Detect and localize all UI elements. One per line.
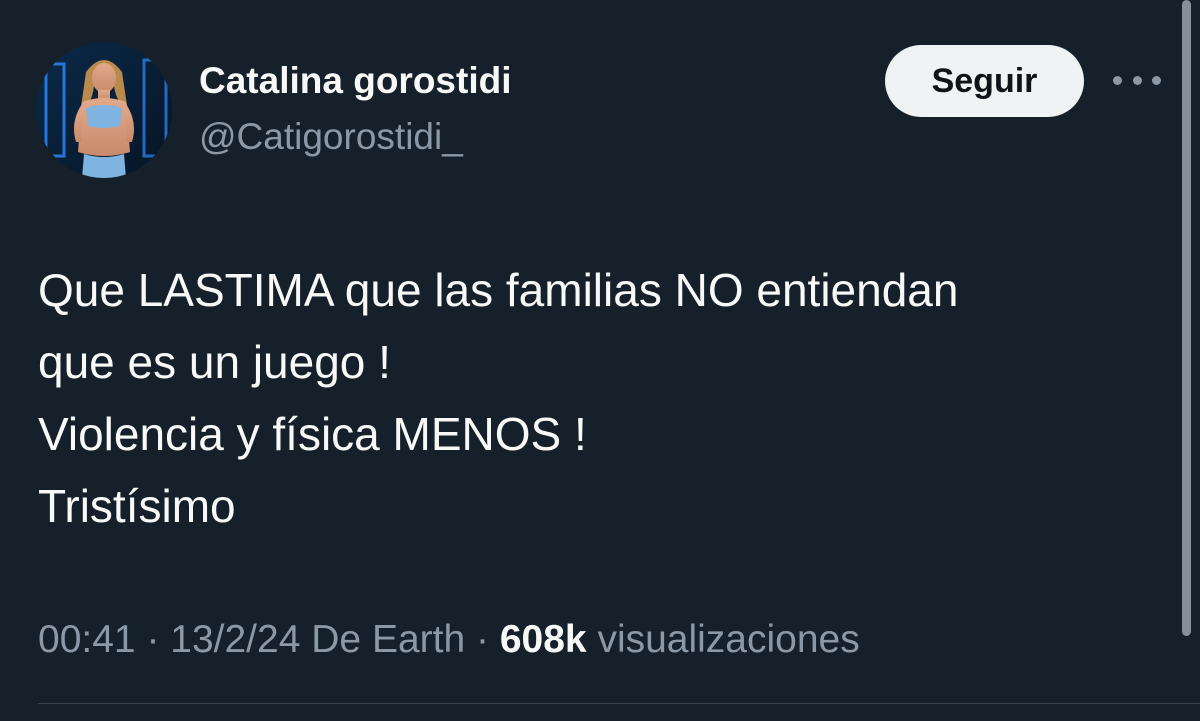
more-horizontal-icon[interactable]	[1110, 62, 1164, 98]
tweet-text-line: Que LASTIMA que las familias NO entienda…	[38, 264, 959, 316]
tweet-text-line: que es un juego !	[38, 336, 391, 388]
tweet-text-line: Tristísimo	[38, 480, 236, 532]
divider	[38, 703, 1200, 704]
more-dot	[1113, 75, 1122, 85]
tweet-source: De Earth	[311, 618, 466, 661]
tweet-card: Catalina gorostidi @Catigorostidi_ Segui…	[0, 0, 1200, 721]
tweet-text: Que LASTIMA que las familias NO entienda…	[38, 254, 1138, 542]
avatar[interactable]	[36, 42, 172, 178]
avatar-image	[36, 42, 172, 178]
tweet-time[interactable]: 00:41	[38, 618, 136, 661]
author-handle[interactable]: @Catigorostidi_	[199, 114, 463, 160]
views-count[interactable]: 608k	[500, 618, 587, 661]
more-dot	[1152, 75, 1161, 85]
meta-separator: ·	[465, 618, 500, 661]
tweet-meta: 00:41 · 13/2/24 De Earth · 608k visualiz…	[38, 613, 860, 667]
author-display-name[interactable]: Catalina gorostidi	[199, 58, 511, 104]
tweet-date[interactable]: 13/2/24	[170, 618, 300, 661]
follow-button[interactable]: Seguir	[885, 45, 1084, 117]
meta-separator: ·	[135, 618, 171, 661]
views-label[interactable]: visualizaciones	[597, 618, 859, 661]
tweet-text-line: Violencia y física MENOS !	[38, 408, 587, 460]
more-dot	[1132, 75, 1142, 85]
scrollbar[interactable]	[1182, 0, 1191, 636]
